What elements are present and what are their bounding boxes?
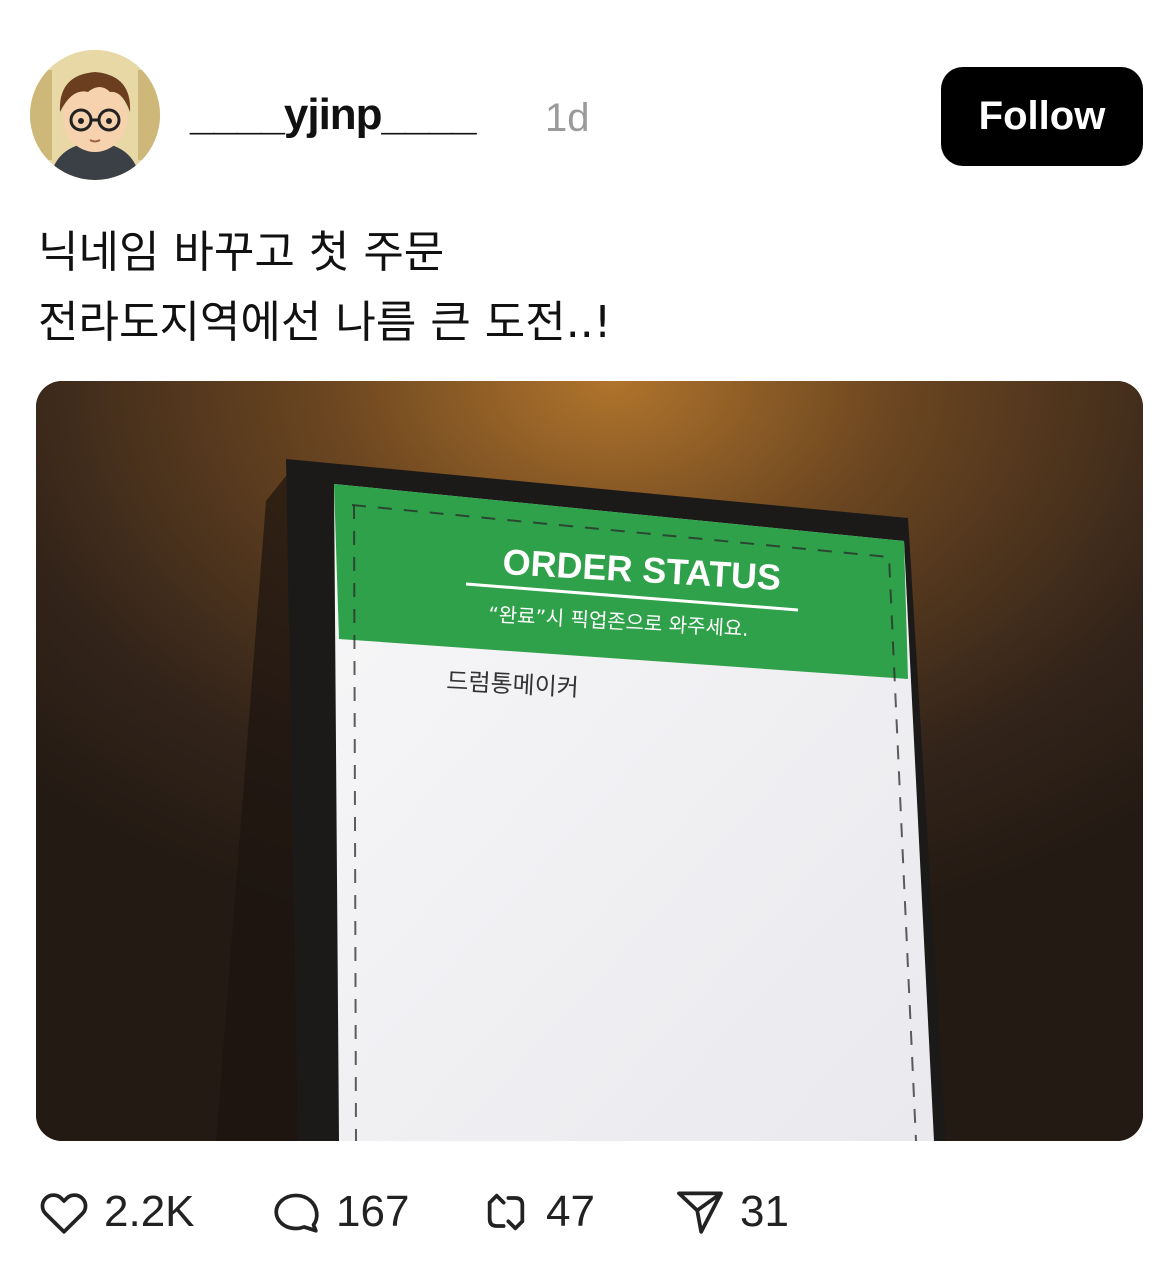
follow-button[interactable]: Follow (941, 67, 1143, 166)
heart-icon (40, 1193, 88, 1234)
avatar[interactable] (30, 50, 160, 180)
post-text: 닉네임 바꾸고 첫 주문 전라도지역에선 나름 큰 도전..! (38, 218, 611, 358)
share-button[interactable]: 31 (672, 1180, 789, 1244)
post-text-line: 닉네임 바꾸고 첫 주문 (38, 227, 445, 278)
post-image[interactable]: ORDER STATUS “완료”시 픽업존으로 와주세요. 드럼통메이커 (36, 381, 1143, 1141)
action-bar: 2.2K 167 47 31 (0, 1180, 1157, 1244)
repost-icon (487, 1193, 525, 1231)
like-count: 2.2K (104, 1187, 195, 1236)
photo-illustration: ORDER STATUS “완료”시 픽업존으로 와주세요. 드럼통메이커 (36, 381, 1143, 1141)
share-count: 31 (740, 1187, 789, 1236)
repost-button[interactable]: 47 (478, 1180, 595, 1244)
post-text-line: 전라도지역에선 나름 큰 도전..! (38, 297, 612, 348)
comment-icon (274, 1193, 319, 1233)
username[interactable]: ____yjinp____ (190, 90, 476, 140)
post-timestamp: 1d (545, 96, 590, 140)
like-button[interactable]: 2.2K (36, 1180, 195, 1244)
avatar-illustration (30, 50, 160, 180)
reply-count: 167 (336, 1187, 410, 1236)
repost-count: 47 (546, 1187, 595, 1236)
send-icon (677, 1191, 723, 1234)
reply-button[interactable]: 167 (268, 1180, 409, 1244)
